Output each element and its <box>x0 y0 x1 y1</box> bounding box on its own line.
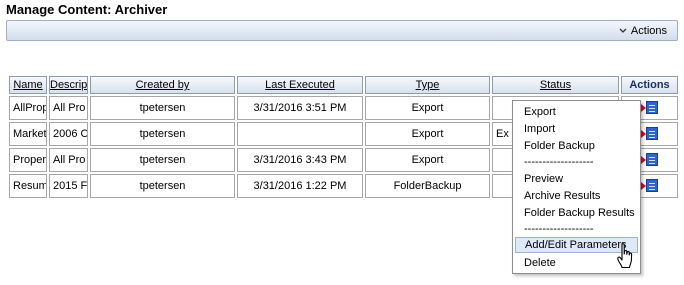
menu-item-import[interactable]: Import <box>514 121 639 137</box>
cell-created-by: tpetersen <box>90 148 235 172</box>
cell-name: Resum <box>9 174 47 198</box>
cell-last-executed <box>237 122 363 146</box>
cell-name: Market <box>9 122 47 146</box>
column-header-last-executed[interactable]: Last Executed <box>237 76 363 94</box>
cell-type: FolderBackup <box>365 174 490 198</box>
cell-type: Export <box>365 96 490 120</box>
cell-created-by: tpetersen <box>90 174 235 198</box>
menu-item-archive-results[interactable]: Archive Results <box>514 188 639 204</box>
cell-created-by: tpetersen <box>90 96 235 120</box>
cell-last-executed: 3/31/2016 3:43 PM <box>237 148 363 172</box>
menu-item-export[interactable]: Export <box>514 104 639 120</box>
cell-last-executed: 3/31/2016 3:51 PM <box>237 96 363 120</box>
column-header-status[interactable]: Status <box>492 76 619 94</box>
cell-description: 2015 F <box>49 174 88 198</box>
chevron-down-icon <box>619 28 627 33</box>
cell-name: AllProp <box>9 96 47 120</box>
row-actions-icon[interactable] <box>640 179 659 193</box>
column-header-name[interactable]: Name <box>9 76 47 94</box>
menu-item-folder-backup[interactable]: Folder Backup <box>514 138 639 154</box>
cell-name: Proper <box>9 148 47 172</box>
page-title: Manage Content: Archiver <box>6 2 168 17</box>
hand-cursor-icon <box>617 243 633 269</box>
cell-last-executed: 3/31/2016 1:22 PM <box>237 174 363 198</box>
menu-item-preview[interactable]: Preview <box>514 171 639 187</box>
menu-separator: ------------------- <box>524 156 594 168</box>
column-header-created-by[interactable]: Created by <box>90 76 235 94</box>
table-header-row: Name Descrip Created by Last Executed Ty… <box>9 76 678 94</box>
menu-item-folder-backup-results[interactable]: Folder Backup Results <box>514 205 639 221</box>
actions-menu-label: Actions <box>630 24 667 37</box>
cell-description: 2006 C <box>49 122 88 146</box>
cell-created-by: tpetersen <box>90 122 235 146</box>
row-actions-icon[interactable] <box>640 153 659 167</box>
column-header-type[interactable]: Type <box>365 76 490 94</box>
actions-toolbar: Actions <box>6 20 678 41</box>
actions-menu-button[interactable]: Actions <box>619 23 667 38</box>
column-header-actions: Actions <box>621 76 678 94</box>
row-actions-icon[interactable] <box>640 101 659 115</box>
cell-description: All Pro <box>49 96 88 120</box>
menu-separator: ------------------- <box>524 223 594 235</box>
cell-type: Export <box>365 122 490 146</box>
column-header-description[interactable]: Descrip <box>49 76 88 94</box>
cell-type: Export <box>365 148 490 172</box>
cell-description: All Pro <box>49 148 88 172</box>
row-actions-icon[interactable] <box>640 127 659 141</box>
